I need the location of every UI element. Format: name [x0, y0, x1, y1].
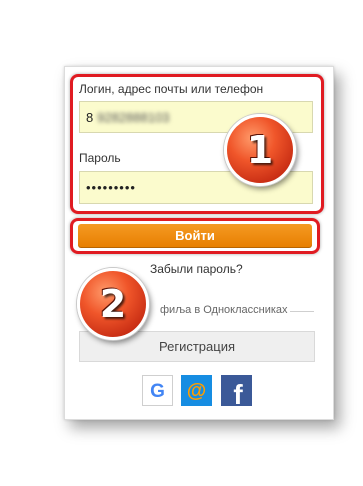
forgot-password-link[interactable]: Забыли пароль?	[150, 262, 243, 276]
divider-right	[290, 311, 314, 312]
facebook-icon: f	[233, 379, 243, 410]
step-1-badge: 1	[224, 114, 296, 186]
google-icon: G	[150, 381, 165, 402]
mail-symbol: @	[187, 380, 207, 402]
google-letter: G	[150, 381, 165, 402]
step-2-badge: 2	[77, 268, 149, 340]
mail-ru-login-button[interactable]: @	[181, 375, 212, 406]
mail-ru-icon: @	[187, 380, 207, 402]
google-login-button[interactable]: G	[142, 375, 173, 406]
login-button[interactable]: Войти	[78, 224, 312, 248]
profile-text: фиља в Одноклассниках	[160, 304, 288, 316]
facebook-login-button[interactable]: f	[221, 375, 252, 410]
facebook-letter: f	[233, 379, 243, 406]
